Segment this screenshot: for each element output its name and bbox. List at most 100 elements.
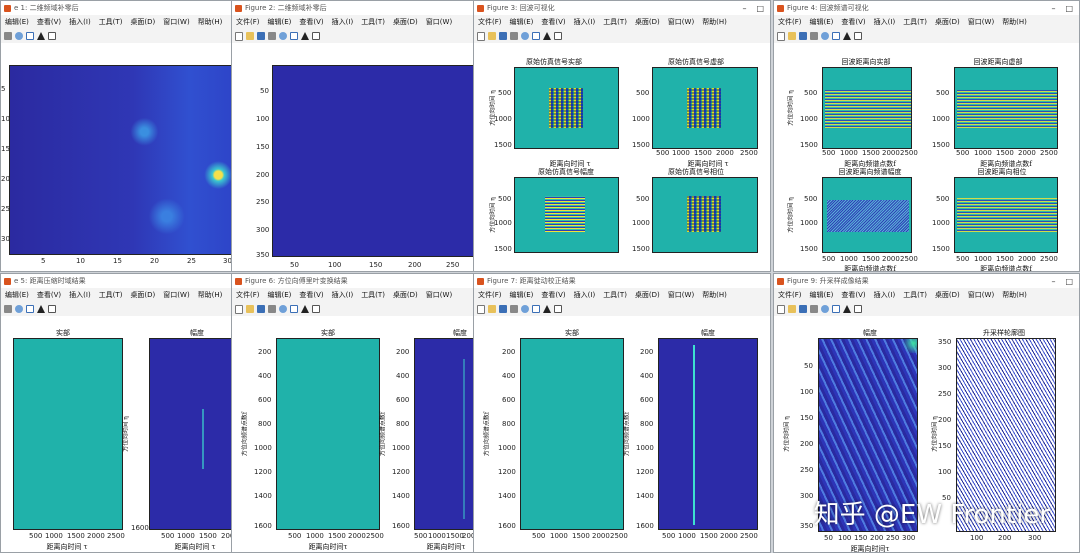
datatip-icon[interactable] (554, 32, 562, 40)
title-bar[interactable]: Figure 6: 方位向傅里叶变换结果 (232, 274, 475, 288)
title-bar[interactable]: Figure 7: 距离徙动校正结果 (474, 274, 770, 288)
menu-insert[interactable]: 插入(I) (332, 17, 354, 27)
menu-tools[interactable]: 工具(T) (603, 290, 627, 300)
menu-file[interactable]: 文件(F) (236, 17, 260, 27)
cursor-icon[interactable] (301, 305, 309, 313)
image-axes[interactable] (272, 65, 475, 257)
open-folder-icon[interactable] (246, 32, 254, 40)
open-folder-icon[interactable] (788, 32, 796, 40)
datatip-icon[interactable] (854, 32, 862, 40)
layout-icon[interactable] (290, 32, 298, 40)
menu-edit[interactable]: 编辑(E) (510, 290, 534, 300)
print-icon[interactable] (810, 32, 818, 40)
title-bar[interactable]: e 1: 二维频域补零后 (1, 1, 235, 15)
figure-window-4[interactable]: Figure 4: 回波频谱可视化 – □ 文件(F) 编辑(E) 查看(V) 插入(I)… (773, 0, 1080, 272)
menu-desktop[interactable]: 桌面(D) (635, 17, 660, 27)
zoom-icon[interactable] (521, 305, 529, 313)
menu-window[interactable]: 窗口(W) (968, 290, 994, 300)
zoom-icon[interactable] (279, 305, 287, 313)
figure-window-7[interactable]: Figure 7: 距离徙动校正结果 文件(F) 编辑(E) 查看(V) 插入(I) 工… (473, 273, 771, 553)
cursor-icon[interactable] (301, 32, 309, 40)
menu-desktop[interactable]: 桌面(D) (393, 290, 418, 300)
menu-desktop[interactable]: 桌面(D) (393, 17, 418, 27)
cursor-icon[interactable] (37, 32, 45, 40)
subplot-amplitude[interactable] (149, 338, 235, 530)
figure-window-3[interactable]: Figure 3: 回波可视化 – □ 文件(F) 编辑(E) 查看(V) 插入(I) 工具… (473, 0, 771, 272)
datatip-icon[interactable] (312, 305, 320, 313)
menu-view[interactable]: 查看(V) (37, 290, 61, 300)
subplot-real[interactable] (13, 338, 123, 530)
menu-edit[interactable]: 编辑(E) (810, 290, 834, 300)
menu-tools[interactable]: 工具(T) (903, 17, 927, 27)
menu-help[interactable]: 帮助(H) (702, 290, 727, 300)
layout-icon[interactable] (26, 32, 34, 40)
cursor-icon[interactable] (37, 305, 45, 313)
new-file-icon[interactable] (235, 31, 243, 41)
subplot-amplitude[interactable] (414, 338, 475, 530)
datatip-icon[interactable] (554, 305, 562, 313)
subplot-phase[interactable] (954, 177, 1058, 253)
save-icon[interactable] (499, 305, 507, 313)
menu-file[interactable]: 文件(F) (478, 17, 502, 27)
datatip-icon[interactable] (48, 32, 56, 40)
menu-view[interactable]: 查看(V) (841, 290, 865, 300)
menu-window[interactable]: 窗口(W) (968, 17, 994, 27)
menu-edit[interactable]: 编辑(E) (5, 290, 29, 300)
cursor-icon[interactable] (543, 32, 551, 40)
menu-insert[interactable]: 插入(I) (874, 290, 896, 300)
cursor-icon[interactable] (543, 305, 551, 313)
menu-desktop[interactable]: 桌面(D) (635, 290, 660, 300)
zoom-icon[interactable] (521, 32, 529, 40)
subplot-amplitude[interactable] (514, 177, 619, 253)
figure-window-2[interactable]: Figure 2: 二维频域补零后 文件(F) 编辑(E) 查看(V) 插入(I) 工具… (231, 0, 476, 272)
subplot-real[interactable] (822, 67, 912, 149)
figure-window-1[interactable]: e 1: 二维频域补零后 编辑(E) 查看(V) 插入(I) 工具(T) 桌面(D) 窗口… (0, 0, 236, 272)
new-file-icon[interactable] (777, 304, 785, 314)
menu-window[interactable]: 窗口(W) (426, 290, 452, 300)
menu-insert[interactable]: 插入(I) (69, 17, 91, 27)
save-icon[interactable] (499, 32, 507, 40)
subplot-spectrum[interactable] (822, 177, 912, 253)
menu-desktop[interactable]: 桌面(D) (935, 290, 960, 300)
menu-help[interactable]: 帮助(H) (1002, 17, 1027, 27)
menu-desktop[interactable]: 桌面(D) (130, 290, 155, 300)
title-bar[interactable]: Figure 9: 升采样成像结果 – □ (774, 274, 1079, 288)
open-folder-icon[interactable] (246, 305, 254, 313)
datatip-icon[interactable] (312, 32, 320, 40)
menu-window[interactable]: 窗口(W) (426, 17, 452, 27)
layout-icon[interactable] (832, 32, 840, 40)
subplot-amplitude[interactable] (658, 338, 758, 530)
menu-view[interactable]: 查看(V) (541, 290, 565, 300)
print-icon[interactable] (810, 305, 818, 313)
subplot-imag[interactable] (652, 67, 758, 149)
menu-view[interactable]: 查看(V) (299, 290, 323, 300)
cursor-icon[interactable] (843, 32, 851, 40)
minimize-icon[interactable]: – (742, 4, 746, 13)
minimize-icon[interactable]: – (1051, 4, 1055, 13)
print-icon[interactable] (268, 32, 276, 40)
menu-help[interactable]: 帮助(H) (702, 17, 727, 27)
menu-edit[interactable]: 编辑(E) (268, 17, 292, 27)
menu-file[interactable]: 文件(F) (478, 290, 502, 300)
print-icon[interactable] (268, 305, 276, 313)
subplot-phase[interactable] (652, 177, 758, 253)
menu-view[interactable]: 查看(V) (841, 17, 865, 27)
save-icon[interactable] (257, 305, 265, 313)
menu-tools[interactable]: 工具(T) (361, 290, 385, 300)
menu-edit[interactable]: 编辑(E) (5, 17, 29, 27)
menu-edit[interactable]: 编辑(E) (268, 290, 292, 300)
heatmap-axes[interactable] (9, 65, 235, 255)
menu-insert[interactable]: 插入(I) (574, 17, 596, 27)
menu-help[interactable]: 帮助(H) (198, 290, 223, 300)
menu-desktop[interactable]: 桌面(D) (935, 17, 960, 27)
subplot-real[interactable] (514, 67, 619, 149)
cursor-icon[interactable] (843, 305, 851, 313)
menu-insert[interactable]: 插入(I) (574, 290, 596, 300)
menu-view[interactable]: 查看(V) (37, 17, 61, 27)
minimize-icon[interactable]: – (1051, 277, 1055, 286)
subplot-real[interactable] (276, 338, 380, 530)
menu-tools[interactable]: 工具(T) (99, 290, 123, 300)
save-icon[interactable] (257, 32, 265, 40)
menu-window[interactable]: 窗口(W) (668, 290, 694, 300)
title-bar[interactable]: e 5: 距离压缩时域结果 (1, 274, 235, 288)
